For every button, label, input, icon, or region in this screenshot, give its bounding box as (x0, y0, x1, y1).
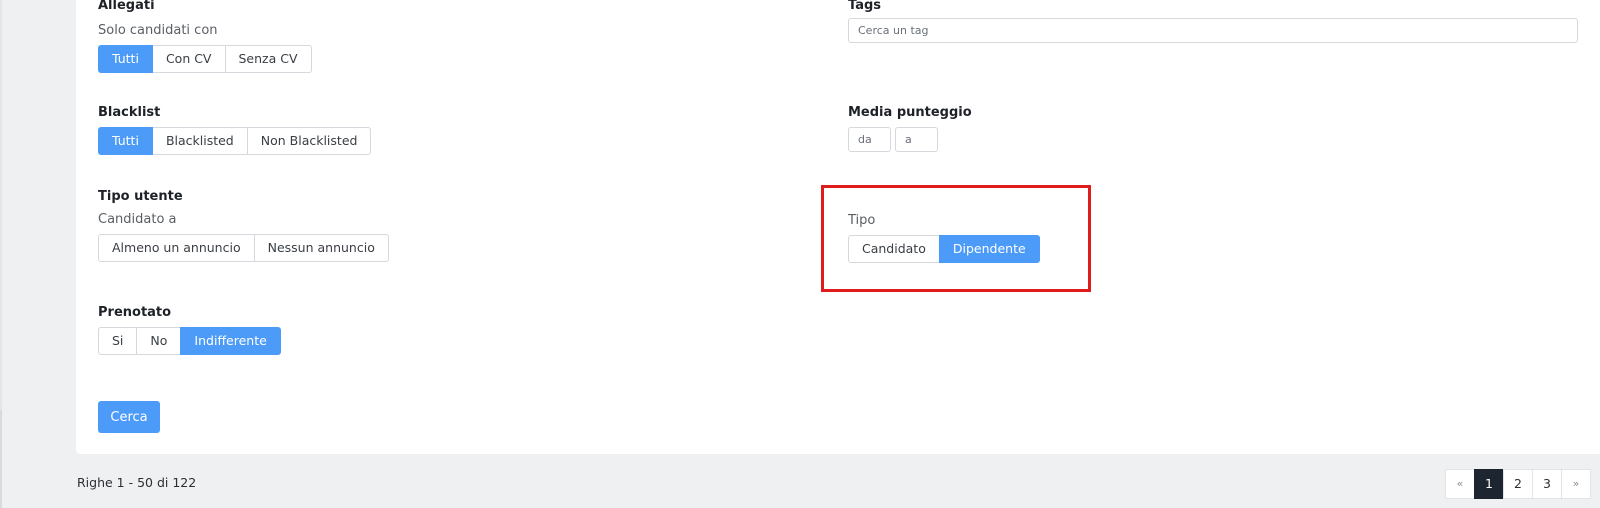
search-button[interactable]: Cerca (98, 401, 160, 433)
prenotato-title: Prenotato (98, 305, 172, 320)
allegati-option-con-cv[interactable]: Con CV (151, 45, 226, 73)
blacklist-title: Blacklist (98, 105, 161, 120)
prenotato-option-no[interactable]: No (136, 327, 182, 355)
tipo-utente-option-almeno-un-annuncio[interactable]: Almeno un annuncio (98, 234, 255, 262)
prenotato-option-si[interactable]: Si (98, 327, 138, 355)
pagination-page-3[interactable]: 3 (1532, 469, 1562, 499)
blacklist-option-blacklisted[interactable]: Blacklisted (151, 127, 248, 155)
allegati-title: Allegati (98, 0, 155, 13)
prenotato-button-group: Si No Indifferente (98, 327, 281, 355)
media-punteggio-range (848, 127, 972, 152)
pagination-next[interactable]: » (1561, 469, 1591, 499)
pagination-prev[interactable]: « (1445, 469, 1475, 499)
pagination: « 1 2 3 » (1445, 469, 1591, 499)
prenotato-option-indifferente[interactable]: Indifferente (180, 327, 281, 355)
media-punteggio-filter: Media punteggio (848, 105, 972, 152)
tags-search-input[interactable] (848, 18, 1578, 43)
blacklist-option-tutti[interactable]: Tutti (98, 127, 153, 155)
allegati-option-tutti[interactable]: Tutti (98, 45, 153, 73)
prenotato-filter: Prenotato Si No Indifferente (98, 305, 281, 355)
media-punteggio-title: Media punteggio (848, 105, 972, 120)
blacklist-option-non-blacklisted[interactable]: Non Blacklisted (246, 127, 372, 155)
allegati-filter: Allegati Solo candidati con Tutti Con CV… (98, 0, 312, 73)
tags-title: Tags (848, 0, 882, 13)
rows-info: Righe 1 - 50 di 122 (77, 475, 197, 490)
blacklist-button-group: Tutti Blacklisted Non Blacklisted (98, 127, 372, 155)
blacklist-filter: Blacklist Tutti Blacklisted Non Blacklis… (98, 105, 372, 155)
tipo-utente-option-nessun-annuncio[interactable]: Nessun annuncio (253, 234, 389, 262)
tipo-utente-button-group: Almeno un annuncio Nessun annuncio (98, 234, 389, 262)
pagination-page-1[interactable]: 1 (1474, 469, 1504, 499)
tipo-option-dipendente[interactable]: Dipendente (938, 235, 1040, 263)
left-edge-lower (0, 410, 2, 508)
tipo-utente-filter: Tipo utente Candidato a Almeno un annunc… (98, 189, 389, 262)
media-punteggio-from-input[interactable] (848, 127, 891, 152)
allegati-subtitle: Solo candidati con (98, 23, 218, 38)
allegati-option-senza-cv[interactable]: Senza CV (224, 45, 312, 73)
pagination-page-2[interactable]: 2 (1503, 469, 1533, 499)
tags-filter: Tags (848, 0, 1578, 43)
media-punteggio-to-input[interactable] (895, 127, 938, 152)
tipo-utente-subtitle: Candidato a (98, 212, 177, 227)
tipo-utente-title: Tipo utente (98, 189, 183, 204)
allegati-button-group: Tutti Con CV Senza CV (98, 45, 312, 73)
